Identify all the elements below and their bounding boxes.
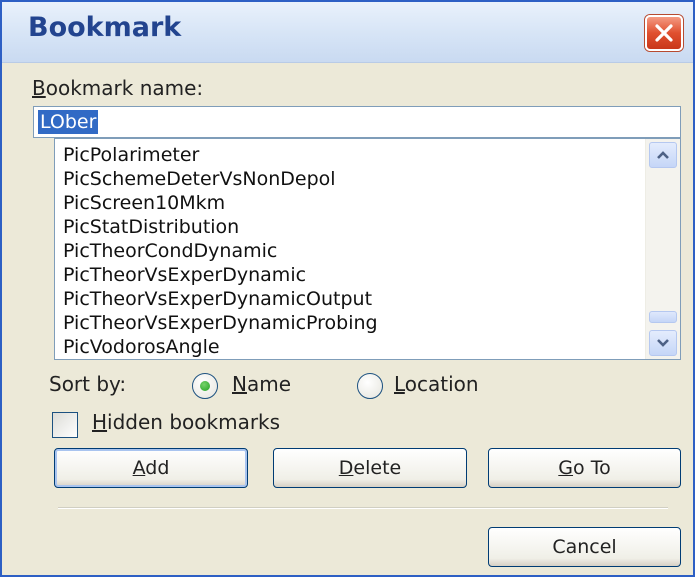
chevron-up-icon xyxy=(657,151,669,159)
title-bar[interactable]: Bookmark xyxy=(2,2,693,63)
bookmark-list-item[interactable]: PicTheorCondDynamic xyxy=(63,239,378,263)
sort-name-radio[interactable] xyxy=(192,373,218,399)
bookmark-name-value: LOber xyxy=(38,110,99,134)
scroll-thumb[interactable] xyxy=(649,311,677,323)
sort-location-radio[interactable] xyxy=(357,373,383,399)
close-button[interactable] xyxy=(645,15,683,51)
chevron-down-icon xyxy=(657,339,669,347)
window-title: Bookmark xyxy=(28,12,182,43)
bookmark-list-item[interactable]: PicTheorVsExperDynamic xyxy=(63,263,378,287)
bookmark-list[interactable]: PicPolarimeter PicSchemeDeterVsNonDepol Pi… xyxy=(54,138,681,360)
bookmark-list-item[interactable]: PicSchemeDeterVsNonDepol xyxy=(63,167,378,191)
bookmark-list-item[interactable]: PicTheorVsExperDynamicOutput xyxy=(63,287,378,311)
close-icon xyxy=(655,24,673,42)
bookmark-list-item[interactable]: PicPolarimeter xyxy=(63,143,378,167)
separator xyxy=(58,507,668,509)
delete-button[interactable]: Delete xyxy=(273,448,467,488)
bookmark-list-item[interactable]: PicScreen10Mkm xyxy=(63,191,378,215)
sort-name-label[interactable]: Name xyxy=(232,372,291,396)
bookmark-name-label: Bookmark name: xyxy=(32,76,204,100)
scroll-down-button[interactable] xyxy=(649,330,677,356)
bookmark-list-item[interactable]: PicVodorosAngle xyxy=(63,335,378,359)
hidden-bookmarks-checkbox[interactable] xyxy=(52,412,78,438)
bookmark-list-item[interactable]: PicStatDistribution xyxy=(63,215,378,239)
bookmark-list-item[interactable]: PicTheorVsExperDynamicProbing xyxy=(63,311,378,335)
scroll-up-button[interactable] xyxy=(649,142,677,168)
bookmark-dialog: Bookmark Bookmark name: LOber PicPolarim… xyxy=(0,0,695,577)
go-to-button[interactable]: Go To xyxy=(488,448,681,488)
sort-by-label: Sort by: xyxy=(49,372,127,396)
add-button[interactable]: Add xyxy=(54,448,248,488)
list-scrollbar[interactable] xyxy=(645,139,680,359)
cancel-button[interactable]: Cancel xyxy=(488,527,681,567)
bookmark-list-items: PicPolarimeter PicSchemeDeterVsNonDepol Pi… xyxy=(63,143,378,359)
radio-selected-dot xyxy=(200,381,210,391)
bookmark-name-input[interactable]: LOber xyxy=(33,106,681,138)
hidden-bookmarks-label[interactable]: Hidden bookmarks xyxy=(92,410,280,434)
sort-location-label[interactable]: Location xyxy=(394,372,479,396)
